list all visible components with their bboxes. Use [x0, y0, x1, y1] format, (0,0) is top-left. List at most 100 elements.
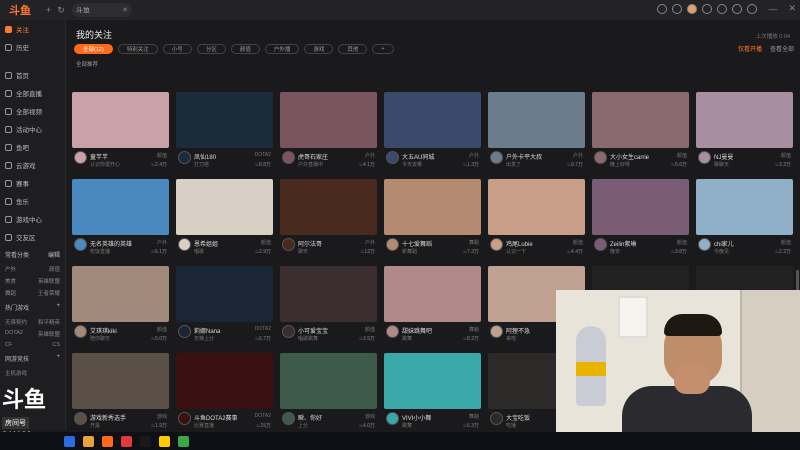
streamer-avatar[interactable]	[178, 412, 191, 425]
taskbar-app-icon[interactable]	[83, 435, 94, 447]
message-icon[interactable]	[732, 3, 743, 14]
taskbar-app-icon[interactable]	[121, 435, 132, 447]
download-icon[interactable]	[672, 3, 683, 14]
sidebar-sub-item[interactable]: CS	[52, 342, 60, 348]
stream-card[interactable]: 童芊芊 颜值 认识你很开心 ♨2.4万	[72, 92, 169, 176]
stream-thumbnail[interactable]	[280, 266, 377, 322]
only-live-toggle[interactable]: 仅看开播	[738, 44, 762, 53]
stream-card[interactable]: 户外卡平大叔 户外 出发了 ♨9.7万	[488, 92, 585, 176]
streamer-name[interactable]: 大小女生carrie	[610, 152, 660, 161]
streamer-avatar[interactable]	[282, 325, 295, 338]
view-all-link[interactable]: 查看全部	[770, 44, 794, 53]
streamer-avatar[interactable]	[74, 325, 87, 338]
stream-card[interactable]: 斗鱼DOTA2赛事 DOTA2 比赛直播 ♨15万	[176, 353, 273, 430]
search-box[interactable]: ✕	[72, 3, 132, 17]
stream-thumbnail[interactable]	[384, 179, 481, 235]
streamer-name[interactable]: 阿狸不急	[506, 326, 556, 335]
sidebar-item[interactable]: 首页	[0, 66, 65, 84]
section-action[interactable]: +	[56, 354, 60, 363]
sidebar-sub-item[interactable]: 主机游戏	[5, 369, 27, 377]
search-input[interactable]	[76, 6, 106, 14]
stream-thumbnail[interactable]	[280, 179, 377, 235]
stream-thumbnail[interactable]	[384, 92, 481, 148]
stream-thumbnail[interactable]	[176, 353, 273, 409]
taskbar-app-icon[interactable]	[178, 435, 189, 447]
stream-card[interactable]: 大小女生carrie 颜值 晚上好呀 ♨5.6万	[592, 92, 689, 176]
stream-card[interactable]: 瞬、你好 游戏 上分 ♨4.0万	[280, 353, 377, 430]
stream-card[interactable]: 十七爱舞蹈 舞蹈 新舞蹈 ♨7.3万	[384, 179, 481, 263]
filter-chip[interactable]: 颜值	[230, 44, 260, 54]
taskbar-app-icon[interactable]	[64, 435, 75, 447]
sidebar-sub-item[interactable]: 英雄联盟	[38, 330, 60, 338]
stream-card[interactable]: 艾琪琪kiki 颜值 陪你聊天 ♨5.0万	[72, 266, 169, 350]
sidebar-item[interactable]: 交友区	[0, 228, 65, 246]
stream-thumbnail[interactable]	[280, 92, 377, 148]
streamer-avatar[interactable]	[594, 238, 607, 251]
settings-icon[interactable]	[747, 3, 758, 14]
sidebar-item[interactable]: 全部视频	[0, 102, 65, 120]
sidebar-item[interactable]: 全部直播	[0, 84, 65, 102]
streamer-name[interactable]: 阿尔法哥	[298, 239, 348, 248]
stream-card[interactable]: 小可爱宝宝 颜值 唱歌跳舞 ♨3.5万	[280, 266, 377, 350]
sidebar-sub-item[interactable]: CF	[5, 342, 12, 348]
streamer-name[interactable]: 小可爱宝宝	[298, 326, 348, 335]
streamer-name[interactable]: 十七爱舞蹈	[402, 239, 452, 248]
streamer-name[interactable]: 凤仙180	[194, 152, 244, 161]
streamer-name[interactable]: 游戏新秀选手	[90, 413, 140, 422]
stream-card[interactable]: 虎哥石家庄 户外 户外直播中 ♨4.1万	[280, 92, 377, 176]
sidebar-item[interactable]: 鱼吧	[0, 138, 65, 156]
filter-chip[interactable]: 小号	[162, 44, 192, 54]
stream-card[interactable]: chi家儿 颜值 今晚见 ♨2.2万	[696, 179, 793, 263]
section-action[interactable]: +	[56, 303, 60, 312]
streamer-avatar[interactable]	[74, 238, 87, 251]
stream-card[interactable]: 无名英雄的英雄 户外 吃饭直播 ♨6.1万	[72, 179, 169, 263]
stream-thumbnail[interactable]	[696, 179, 793, 235]
streamer-avatar[interactable]	[698, 238, 711, 251]
taskbar-app-icon[interactable]	[159, 435, 170, 447]
stream-thumbnail[interactable]	[280, 353, 377, 409]
streamer-name[interactable]: NJ曼曼	[714, 152, 764, 161]
sidebar-item[interactable]: 鱼乐	[0, 192, 65, 210]
stream-thumbnail[interactable]	[592, 179, 689, 235]
plus-icon[interactable]: +	[46, 5, 51, 15]
stream-card[interactable]: 鸡尾Lubie 颜值 认识一下 ♨4.4万	[488, 179, 585, 263]
sidebar-sub-item[interactable]: 舞蹈	[5, 289, 16, 297]
sidebar-sub-item[interactable]: 英雄联盟	[38, 277, 60, 285]
streamer-avatar[interactable]	[594, 151, 607, 164]
streamer-avatar[interactable]	[178, 151, 191, 164]
streamer-avatar[interactable]	[386, 151, 399, 164]
taskbar-app-icon[interactable]	[102, 435, 113, 447]
filter-chip[interactable]: 全部(12)	[74, 44, 113, 54]
stream-card[interactable]: 凤仙180 DOTA2 打刀塔 ♨8.8万	[176, 92, 273, 176]
sidebar-item[interactable]: 活动中心	[0, 120, 65, 138]
stream-card[interactable]: 阿尔法哥 户外 聊天 ♨12万	[280, 179, 377, 263]
sidebar-sub-item[interactable]: DOTA2	[5, 330, 23, 338]
filter-chip[interactable]: 分区	[196, 44, 226, 54]
sidebar-item[interactable]: 历史	[0, 38, 65, 56]
streamer-name[interactable]: 鸡尾Lubie	[506, 239, 556, 248]
stream-thumbnail[interactable]	[488, 179, 585, 235]
sidebar-item[interactable]: 赛事	[0, 174, 65, 192]
streamer-avatar[interactable]	[698, 151, 711, 164]
streamer-avatar[interactable]	[74, 412, 87, 425]
stream-card[interactable]: 游戏新秀选手 游戏 开黑 ♨1.9万	[72, 353, 169, 430]
sidebar-sub-item[interactable]: 颜值	[49, 265, 60, 273]
streamer-name[interactable]: 莉娜Nana	[194, 326, 244, 335]
stream-thumbnail[interactable]	[488, 92, 585, 148]
filter-chip[interactable]: 特别关注	[117, 44, 158, 54]
streamer-name[interactable]: 甜妹跳舞吧	[402, 326, 452, 335]
streamer-name[interactable]: VIVI小小舞	[402, 413, 452, 422]
sidebar-sub-item[interactable]: 户外	[5, 265, 16, 273]
sidebar-sub-item[interactable]: 无畏契约	[5, 318, 27, 326]
streamer-name[interactable]: 虎哥石家庄	[298, 152, 348, 161]
user-avatar-icon[interactable]	[687, 3, 698, 14]
sidebar-sub-item[interactable]: 和平精英	[38, 318, 60, 326]
sidebar-sub-item[interactable]: 美食	[5, 277, 16, 285]
streamer-avatar[interactable]	[282, 238, 295, 251]
streamer-avatar[interactable]	[490, 412, 503, 425]
stream-thumbnail[interactable]	[176, 179, 273, 235]
sidebar-item[interactable]: 云游戏	[0, 156, 65, 174]
streamer-name[interactable]: 户外卡平大叔	[506, 152, 556, 161]
streamer-name[interactable]: 恩希姐姐	[194, 239, 244, 248]
streamer-name[interactable]: Zeilin紫琳	[610, 239, 660, 248]
